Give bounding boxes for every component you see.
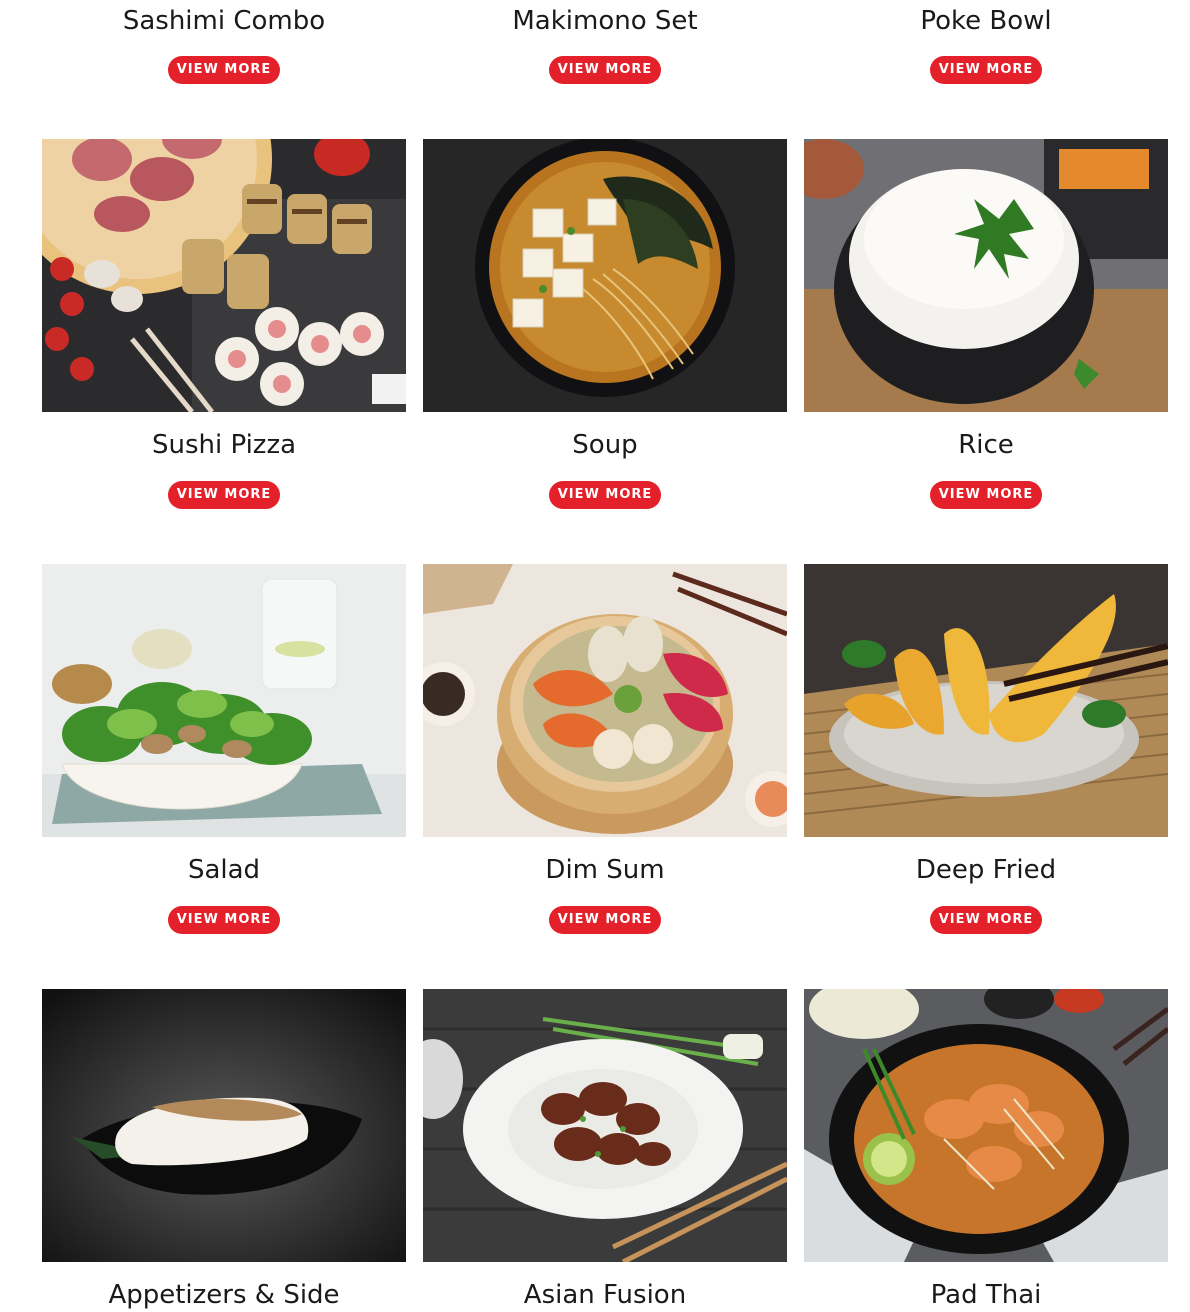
asian-fusion-image[interactable] [423, 989, 787, 1262]
rice-image[interactable] [804, 139, 1168, 412]
card-title: Poke Bowl [920, 6, 1052, 36]
card-title: Makimono Set [512, 6, 698, 36]
card-title: Sushi Pizza [151, 430, 297, 460]
view-more-button[interactable]: VIEW MORE [168, 481, 280, 509]
asian-fusion-photo [423, 989, 787, 1262]
view-more-button[interactable]: VIEW MORE [168, 56, 280, 84]
dim-sum-image[interactable] [423, 564, 787, 837]
card-title: Rice [958, 430, 1014, 460]
sushi-pizza-image[interactable] [42, 139, 406, 412]
soup-image[interactable] [423, 139, 787, 412]
deep-fried-image[interactable] [804, 564, 1168, 837]
card-title: Soup [572, 430, 638, 460]
card-title: Salad [187, 855, 261, 885]
card-title: Deep Fried [915, 855, 1057, 885]
soup-photo [423, 139, 787, 412]
deep-fried-photo [804, 564, 1168, 837]
salad-image[interactable] [42, 564, 406, 837]
rice-photo [804, 139, 1168, 412]
view-more-button[interactable]: VIEW MORE [930, 56, 1042, 84]
appetizers-side-photo [42, 989, 406, 1262]
view-more-button[interactable]: VIEW MORE [549, 481, 661, 509]
appetizers-side-image[interactable] [42, 989, 406, 1262]
view-more-button[interactable]: VIEW MORE [930, 906, 1042, 934]
view-more-button[interactable]: VIEW MORE [168, 906, 280, 934]
dim-sum-photo [423, 564, 787, 837]
view-more-button[interactable]: VIEW MORE [930, 481, 1042, 509]
card-title: Pad Thai [930, 1280, 1042, 1310]
view-more-button[interactable]: VIEW MORE [549, 906, 661, 934]
pad-thai-image[interactable] [804, 989, 1168, 1262]
pad-thai-photo [804, 989, 1168, 1262]
salad-photo [42, 564, 406, 837]
card-title: Dim Sum [545, 855, 665, 885]
view-more-button[interactable]: VIEW MORE [549, 56, 661, 84]
card-title: Asian Fusion [523, 1280, 687, 1310]
card-title: Sashimi Combo [122, 6, 326, 36]
sushi-pizza-photo [42, 139, 406, 412]
card-title: Appetizers & Side [108, 1280, 340, 1310]
